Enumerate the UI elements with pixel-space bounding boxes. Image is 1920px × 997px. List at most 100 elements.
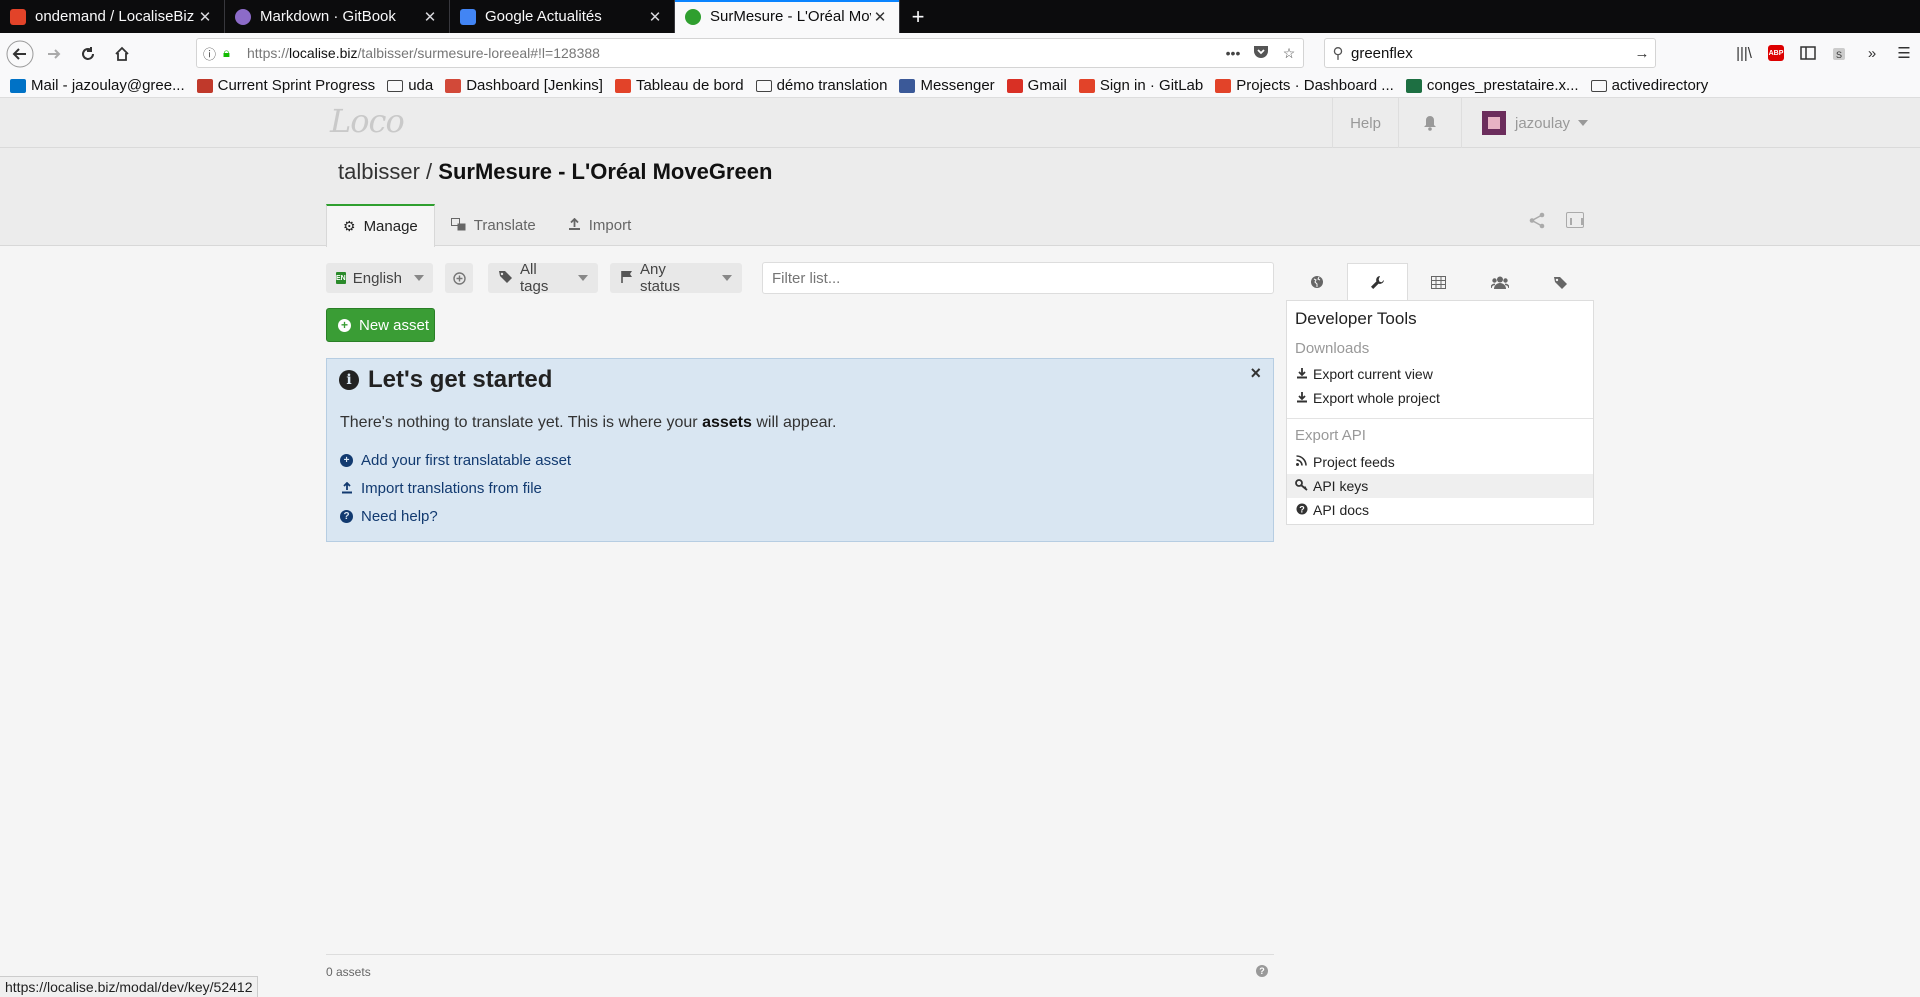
add-language-button[interactable] [445, 263, 473, 293]
bookmark-item[interactable]: Current Sprint Progress [196, 77, 375, 94]
close-icon[interactable]: ✕ [421, 8, 439, 26]
pocket-icon[interactable] [1247, 45, 1275, 62]
extension-icon[interactable]: S [1824, 37, 1856, 69]
back-arrow-icon [6, 40, 34, 67]
project-feeds-link[interactable]: Project feeds [1287, 450, 1593, 474]
sidebar-icon[interactable] [1792, 37, 1824, 69]
back-button[interactable] [3, 37, 37, 71]
language-selector[interactable]: EN English [326, 263, 433, 293]
tags-tab-icon[interactable] [1530, 263, 1591, 301]
help-link[interactable]: Help [1332, 98, 1398, 148]
upload-icon [340, 481, 353, 497]
import-translations-link[interactable]: Import translations from file [340, 480, 542, 497]
svg-text:?: ? [1299, 504, 1305, 514]
bookmark-item[interactable]: Messenger [899, 77, 995, 94]
gears-icon: ⚙ [343, 218, 356, 234]
browser-tab[interactable]: Google Actualités ✕ [450, 0, 675, 33]
users-tab-icon[interactable] [1469, 263, 1530, 301]
tab-manage[interactable]: ⚙ Manage [326, 204, 435, 247]
browser-tab[interactable]: ondemand / LocaliseBiz ✕ [0, 0, 225, 33]
bookmark-label: Gmail [1027, 77, 1067, 94]
bookmark-item[interactable]: conges_prestataire.x... [1405, 77, 1579, 94]
tab-title: SurMesure - L'Oréal Mov [710, 8, 871, 25]
library-icon[interactable]: |||\ [1728, 37, 1760, 69]
bookmark-item[interactable]: uda [387, 77, 433, 94]
loco-logo[interactable]: Loco [330, 102, 405, 140]
api-keys-link[interactable]: API keys [1287, 474, 1593, 498]
bookmark-item[interactable]: Dashboard [Jenkins] [445, 77, 603, 94]
breadcrumb-owner[interactable]: talbisser / [338, 159, 432, 184]
share-icon[interactable] [1529, 212, 1546, 234]
page-actions-icon[interactable]: ••• [1219, 45, 1247, 61]
info-icon[interactable]: ⓘ [203, 44, 223, 63]
folder-icon [387, 79, 404, 92]
download-icon [1295, 391, 1308, 406]
tab-title: ondemand / LocaliseBiz [35, 8, 195, 25]
tab-import[interactable]: Import [552, 204, 648, 247]
overflow-chevron-icon[interactable]: » [1856, 37, 1888, 69]
close-icon[interactable]: ✕ [196, 8, 214, 26]
search-query[interactable]: greenflex [1351, 45, 1629, 62]
forward-arrow-icon [48, 48, 61, 59]
bookmark-label: activedirectory [1611, 77, 1709, 94]
bookmark-favicon-icon [445, 78, 462, 93]
url-text[interactable]: https://localise.biz/talbisser/surmesure… [243, 45, 1219, 61]
link-label: Import translations from file [361, 480, 542, 497]
filter-list-input[interactable] [762, 262, 1274, 294]
stats-icon[interactable] [1566, 212, 1584, 228]
browser-tab-active[interactable]: SurMesure - L'Oréal Mov ✕ [675, 0, 900, 33]
adblock-icon[interactable]: ABP [1760, 37, 1792, 69]
list-footer: 0 assets ? [326, 954, 1274, 979]
hamburger-menu-icon[interactable]: ☰ [1888, 37, 1920, 69]
bookmark-item[interactable]: activedirectory [1590, 77, 1709, 94]
bookmark-item[interactable]: Projects · Dashboard ... [1215, 77, 1394, 94]
browser-tab[interactable]: Markdown · GitBook ✕ [225, 0, 450, 33]
api-docs-link[interactable]: ? API docs [1287, 498, 1593, 522]
notifications-bell-icon[interactable] [1398, 98, 1462, 148]
bookmark-favicon-icon [1215, 78, 1232, 93]
wrench-tab-icon[interactable] [1347, 263, 1408, 301]
bookmark-favicon-icon [196, 78, 213, 93]
close-icon[interactable]: ✕ [646, 8, 664, 26]
bookmark-item[interactable]: Tableau de bord [614, 77, 744, 94]
table-tab-icon[interactable] [1408, 263, 1469, 301]
plus-circle-icon: + [340, 454, 353, 467]
address-bar[interactable]: ⓘ 🔒︎ https://localise.biz/talbisser/surm… [196, 38, 1304, 68]
close-icon[interactable]: × [1250, 363, 1261, 384]
bookmark-label: Mail - jazoulay@gree... [31, 77, 185, 94]
bookmark-item[interactable]: démo translation [755, 77, 887, 94]
bookmark-item[interactable]: Sign in · GitLab [1078, 77, 1203, 94]
home-button[interactable] [105, 37, 139, 71]
need-help-link[interactable]: ? Need help? [340, 508, 438, 525]
tags-filter[interactable]: All tags [488, 261, 598, 295]
reload-icon [82, 46, 94, 60]
new-asset-button[interactable]: + New asset [326, 308, 435, 342]
reload-button[interactable] [71, 37, 105, 71]
lock-icon: 🔒︎ [223, 45, 230, 60]
folder-icon [755, 79, 772, 92]
bookmark-label: Messenger [920, 77, 995, 94]
bookmark-star-icon[interactable]: ☆ [1275, 45, 1303, 62]
user-menu[interactable]: jazoulay [1462, 98, 1592, 148]
tags-filter-label: All tags [520, 261, 549, 295]
globe-tab-icon[interactable] [1286, 263, 1347, 301]
new-tab-button[interactable]: + [900, 0, 936, 33]
help-question-icon[interactable]: ? [1256, 965, 1268, 977]
google-news-icon [460, 8, 476, 25]
bookmark-item[interactable]: Gmail [1006, 77, 1067, 94]
export-current-view-link[interactable]: Export current view [1287, 362, 1593, 386]
bookmark-item[interactable]: Mail - jazoulay@gree... [10, 77, 185, 94]
flag-icon [620, 270, 634, 287]
folder-icon [1590, 79, 1607, 92]
close-icon[interactable]: ✕ [871, 8, 889, 26]
globe-icon [685, 8, 701, 25]
tab-title: Markdown · GitBook [260, 8, 396, 25]
add-first-asset-link[interactable]: + Add your first translatable asset [340, 452, 571, 469]
tab-translate[interactable]: Translate [435, 204, 552, 247]
forward-button[interactable] [37, 37, 71, 71]
export-whole-project-link[interactable]: Export whole project [1287, 386, 1593, 410]
search-bar[interactable]: ⚲ greenflex → [1324, 38, 1656, 68]
getting-started-callout: × i Let's get started There's nothing to… [326, 358, 1274, 542]
search-go-arrow-icon[interactable]: → [1629, 45, 1655, 62]
status-filter[interactable]: Any status [610, 261, 742, 295]
